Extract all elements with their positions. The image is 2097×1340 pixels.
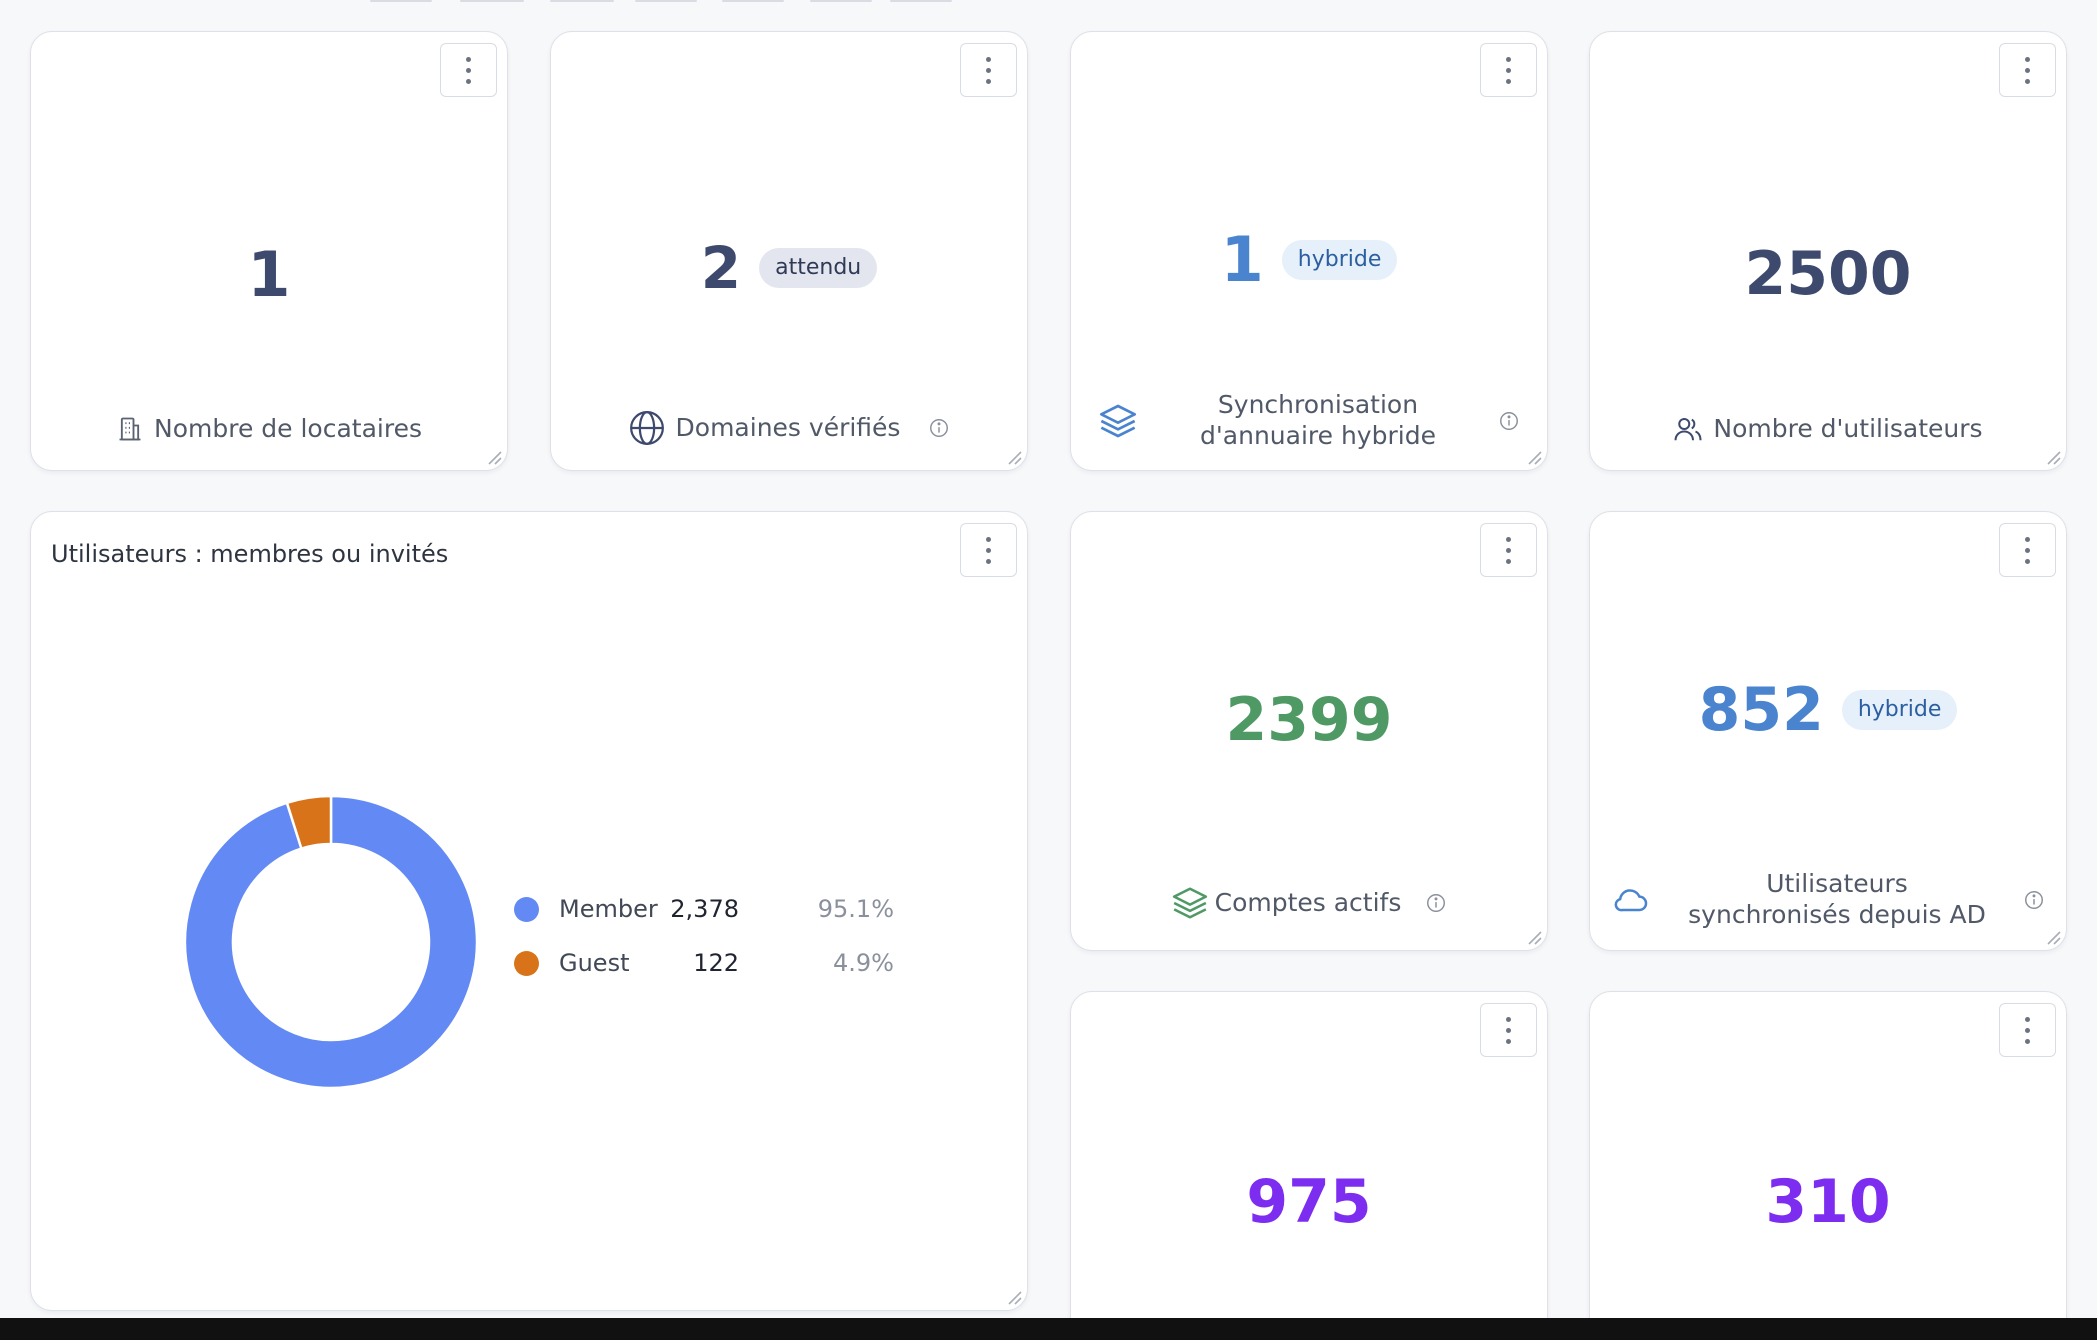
active-count: 2399 — [1225, 685, 1393, 755]
legend-item-member[interactable]: Member 2,378 95.1% — [514, 894, 934, 924]
info-icon[interactable] — [928, 417, 950, 439]
legend-label: Member — [559, 895, 658, 923]
card-label: Utilisateurs synchronisés depuis AD — [1688, 869, 1986, 929]
domain-count: 2 — [700, 234, 742, 302]
resize-handle[interactable] — [2042, 926, 2062, 946]
card-menu-button[interactable] — [1999, 43, 2056, 97]
card-menu-button[interactable] — [1480, 1003, 1537, 1057]
legend-item-guest[interactable]: Guest 122 4.9% — [514, 948, 934, 978]
legend-label: Guest — [559, 949, 630, 977]
resize-handle[interactable] — [483, 446, 503, 466]
card-hybrid-directory-sync: 1 hybride Synchronisation d'annuaire hyb… — [1070, 31, 1548, 471]
card-label: Nombre d'utilisateurs — [1713, 414, 1983, 443]
card-members-guests-chart: Utilisateurs : membres ou invités Member… — [30, 511, 1028, 1311]
legend-percent: 4.9% — [833, 949, 894, 977]
legend-percent: 95.1% — [817, 895, 894, 923]
layers-icon — [1100, 404, 1136, 437]
card-ad-synced-users: 852 hybride Utilisateurs synchronisés de… — [1589, 511, 2067, 951]
layers-icon — [1172, 887, 1207, 919]
card-metric-310: 310 — [1589, 991, 2067, 1340]
status-badge: attendu — [759, 247, 878, 289]
metric-value: 310 — [1765, 1167, 1891, 1237]
legend-value: 2,378 — [670, 895, 739, 923]
taskbar-edge — [0, 1318, 2097, 1340]
resize-handle[interactable] — [1003, 446, 1023, 466]
resize-handle[interactable] — [1523, 926, 1543, 946]
status-badge: hybride — [1281, 239, 1398, 281]
resize-handle[interactable] — [2042, 446, 2062, 466]
ad-synced-count: 852 — [1698, 675, 1824, 745]
card-menu-button[interactable] — [440, 43, 497, 97]
card-label: Synchronisation d'annuaire hybride — [1200, 390, 1436, 450]
info-icon[interactable] — [2023, 889, 2045, 911]
info-icon[interactable] — [1425, 892, 1447, 914]
user-count: 2500 — [1744, 239, 1912, 309]
metric-value: 975 — [1246, 1167, 1372, 1237]
card-metric-975: 975 — [1070, 991, 1548, 1340]
globe-icon — [629, 411, 664, 445]
card-menu-button[interactable] — [1999, 523, 2056, 577]
sync-count: 1 — [1220, 223, 1264, 296]
card-menu-button[interactable] — [1999, 1003, 2056, 1057]
building-icon — [119, 417, 141, 441]
card-label: Comptes actifs — [1214, 887, 1402, 917]
card-menu-button[interactable] — [1480, 523, 1537, 577]
users-icon — [1674, 418, 1702, 441]
card-menu-button[interactable] — [960, 43, 1017, 97]
card-label: Nombre de locataires — [154, 414, 422, 443]
legend-value: 122 — [693, 949, 739, 977]
card-label: Domaines vérifiés — [675, 412, 901, 442]
resize-handle[interactable] — [1003, 1286, 1023, 1306]
cloud-icon — [1614, 888, 1648, 911]
status-badge: hybride — [1841, 689, 1958, 731]
legend-swatch — [514, 951, 539, 976]
resize-handle[interactable] — [1523, 446, 1543, 466]
card-menu-button[interactable] — [1480, 43, 1537, 97]
card-active-accounts: 2399 Comptes actifs — [1070, 511, 1548, 951]
tenant-count: 1 — [247, 238, 291, 311]
card-tenants: 1 Nombre de locataires — [30, 31, 508, 471]
card-verified-domains: 2 attendu Domaines vérifiés — [550, 31, 1028, 471]
card-menu-button[interactable] — [960, 523, 1017, 577]
donut-chart — [183, 794, 479, 1090]
info-icon[interactable] — [1498, 410, 1520, 432]
legend-swatch — [514, 897, 539, 922]
chart-title: Utilisateurs : membres ou invités — [51, 540, 449, 568]
chart-legend: Member 2,378 95.1% Guest 122 4.9% — [514, 894, 934, 994]
card-user-count: 2500 Nombre d'utilisateurs — [1589, 31, 2067, 471]
